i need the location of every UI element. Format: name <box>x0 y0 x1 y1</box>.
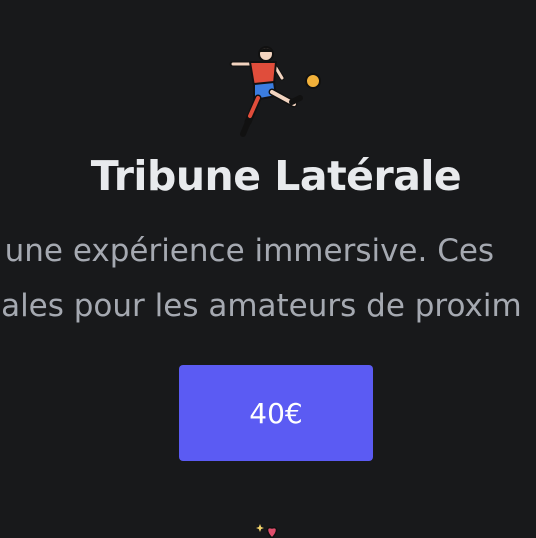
price-button[interactable]: 40€ <box>179 365 373 461</box>
card-description-line-1: r une expérience immersive. Ces <box>0 233 495 269</box>
card-title: Tribune Latérale <box>90 152 462 200</box>
football-player-icon <box>229 46 321 137</box>
ticket-card-page: Tribune Latérale r une expérience immers… <box>0 0 536 538</box>
card-description-line-2: éales pour les amateurs de proxim <box>0 288 522 324</box>
sparkle-heart-icon <box>256 524 278 538</box>
